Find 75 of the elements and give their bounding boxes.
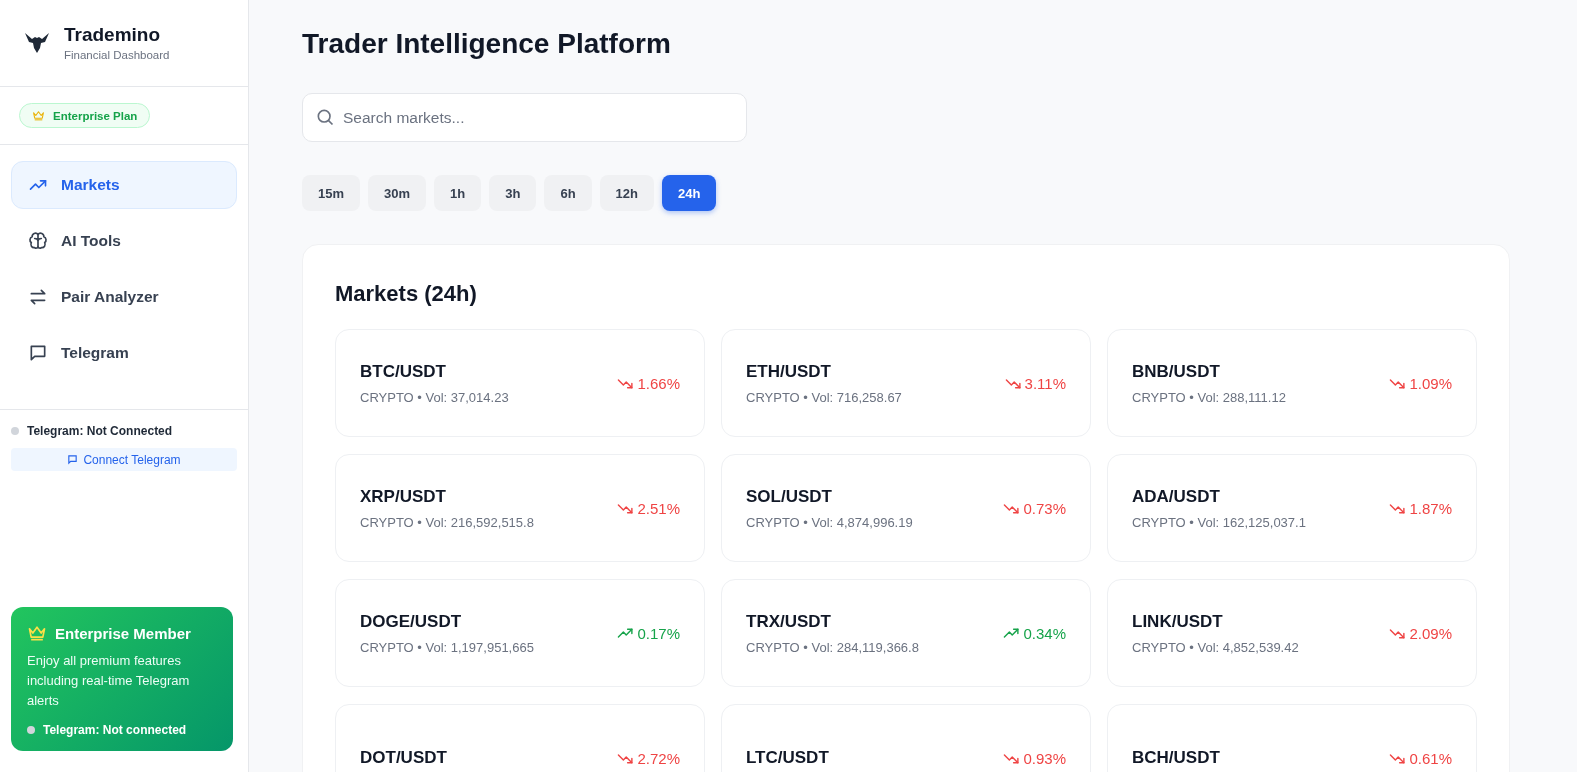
crown-icon bbox=[32, 109, 45, 122]
pair-name: TRX/USDT bbox=[746, 611, 832, 632]
market-card[interactable]: ADA/USDT CRYPTO • Vol: 162,125,037.1 1.87% bbox=[1107, 454, 1477, 562]
market-card[interactable]: DOT/USDT 2.72% bbox=[335, 704, 705, 772]
timeframe-tab[interactable]: 30m bbox=[368, 175, 427, 211]
pair-name: BCH/USDT bbox=[1132, 748, 1220, 768]
pair-volume: CRYPTO • Vol: 4,852,539.42 bbox=[1132, 639, 1299, 655]
plan-badge: Enterprise Plan bbox=[19, 103, 151, 128]
pair-name: BTC/USDT bbox=[360, 361, 447, 382]
timeframe-tab[interactable]: 3h bbox=[489, 175, 537, 211]
pair-name: ADA/USDT bbox=[1132, 486, 1221, 507]
pair-name: DOT/USDT bbox=[360, 748, 447, 768]
price-change: 1.09% bbox=[1409, 374, 1452, 392]
pair-volume: CRYPTO • Vol: 4,874,996.19 bbox=[746, 514, 913, 530]
price-change: 2.51% bbox=[637, 499, 680, 517]
eagle-logo-icon bbox=[24, 30, 50, 54]
market-card[interactable]: TRX/USDT CRYPTO • Vol: 284,119,366.8 0.34% bbox=[721, 579, 1091, 687]
price-change: 2.72% bbox=[637, 749, 680, 767]
pair-name: ETH/USDT bbox=[746, 361, 832, 382]
price-change: 0.17% bbox=[637, 624, 680, 642]
search-field[interactable]: Search markets... bbox=[302, 93, 747, 142]
pair-volume: CRYPTO • Vol: 1,197,951,665 bbox=[360, 639, 534, 655]
pair-volume: CRYPTO • Vol: 162,125,037.1 bbox=[1132, 514, 1306, 530]
price-change: 0.34% bbox=[1023, 624, 1066, 642]
panel-title: Markets (24h) bbox=[335, 281, 478, 307]
market-card[interactable]: XRP/USDT CRYPTO • Vol: 216,592,515.8 2.51% bbox=[335, 454, 705, 562]
nav-item[interactable]: Telegram bbox=[11, 329, 237, 377]
nav-item[interactable]: Pair Analyzer bbox=[11, 273, 237, 321]
timeframe-tab[interactable]: 1h bbox=[434, 175, 482, 211]
market-card[interactable]: DOGE/USDT CRYPTO • Vol: 1,197,951,665 0.17% bbox=[335, 579, 705, 687]
timeframe-tab[interactable]: 15m bbox=[302, 175, 361, 211]
price-change: 3.11% bbox=[1024, 374, 1066, 392]
price-change: 1.66% bbox=[637, 374, 680, 392]
price-change: 0.73% bbox=[1023, 499, 1066, 517]
nav-item[interactable]: Markets bbox=[11, 161, 237, 209]
pair-volume: CRYPTO • Vol: 716,258.67 bbox=[746, 389, 902, 405]
price-change: 1.87% bbox=[1409, 499, 1452, 517]
timeframe-tab[interactable]: 12h bbox=[599, 175, 654, 211]
telegram-status: Telegram: Not Connected bbox=[27, 424, 173, 438]
price-change: 0.61% bbox=[1409, 749, 1452, 767]
member-title: Enterprise Member bbox=[55, 624, 191, 642]
price-change: 0.93% bbox=[1023, 749, 1066, 767]
price-change: 2.09% bbox=[1409, 624, 1452, 642]
brain-icon bbox=[28, 231, 48, 251]
chat-bubble-icon bbox=[28, 343, 48, 363]
chat-bubble-icon bbox=[67, 454, 79, 465]
pair-name: XRP/USDT bbox=[360, 486, 447, 507]
market-card[interactable]: BTC/USDT CRYPTO • Vol: 37,014.23 1.66% bbox=[335, 329, 705, 437]
crown-icon bbox=[27, 623, 47, 643]
brand-subtitle: Financial Dashboard bbox=[64, 48, 170, 61]
pair-volume: CRYPTO • Vol: 216,592,515.8 bbox=[360, 514, 534, 530]
member-description: Enjoy all premium features including real-time Telegram alerts bbox=[27, 652, 191, 710]
pair-name: DOGE/USDT bbox=[360, 611, 463, 632]
timeframe-tab[interactable]: 24h bbox=[662, 175, 717, 211]
brand-name: Trademino bbox=[64, 23, 162, 46]
search-icon bbox=[315, 107, 335, 127]
timeframe-tab[interactable]: 6h bbox=[544, 175, 592, 211]
member-telegram-status: Telegram: Not connected bbox=[43, 723, 187, 737]
market-card[interactable]: BNB/USDT CRYPTO • Vol: 288,111.12 1.09% bbox=[1107, 329, 1477, 437]
nav-item[interactable]: AI Tools bbox=[11, 217, 237, 265]
market-card[interactable]: LTC/USDT 0.93% bbox=[721, 704, 1091, 772]
pair-name: BNB/USDT bbox=[1132, 361, 1221, 382]
swap-arrows-icon bbox=[28, 287, 48, 307]
market-card[interactable]: LINK/USDT CRYPTO • Vol: 4,852,539.42 2.09% bbox=[1107, 579, 1477, 687]
pair-name: SOL/USDT bbox=[746, 486, 833, 507]
market-card[interactable]: BCH/USDT 0.61% bbox=[1107, 704, 1477, 772]
page-title: Trader Intelligence Platform bbox=[302, 28, 672, 61]
connect-telegram-button[interactable]: Connect Telegram bbox=[11, 448, 237, 471]
pair-volume: CRYPTO • Vol: 284,119,366.8 bbox=[746, 639, 919, 655]
pair-volume: CRYPTO • Vol: 37,014.23 bbox=[360, 389, 509, 405]
pair-name: LINK/USDT bbox=[1132, 611, 1224, 632]
pair-volume: CRYPTO • Vol: 288,111.12 bbox=[1132, 389, 1286, 405]
market-card[interactable]: ETH/USDT CRYPTO • Vol: 716,258.67 3.11% bbox=[721, 329, 1091, 437]
pair-name: LTC/USDT bbox=[746, 748, 829, 768]
market-card[interactable]: SOL/USDT CRYPTO • Vol: 4,874,996.19 0.73% bbox=[721, 454, 1091, 562]
